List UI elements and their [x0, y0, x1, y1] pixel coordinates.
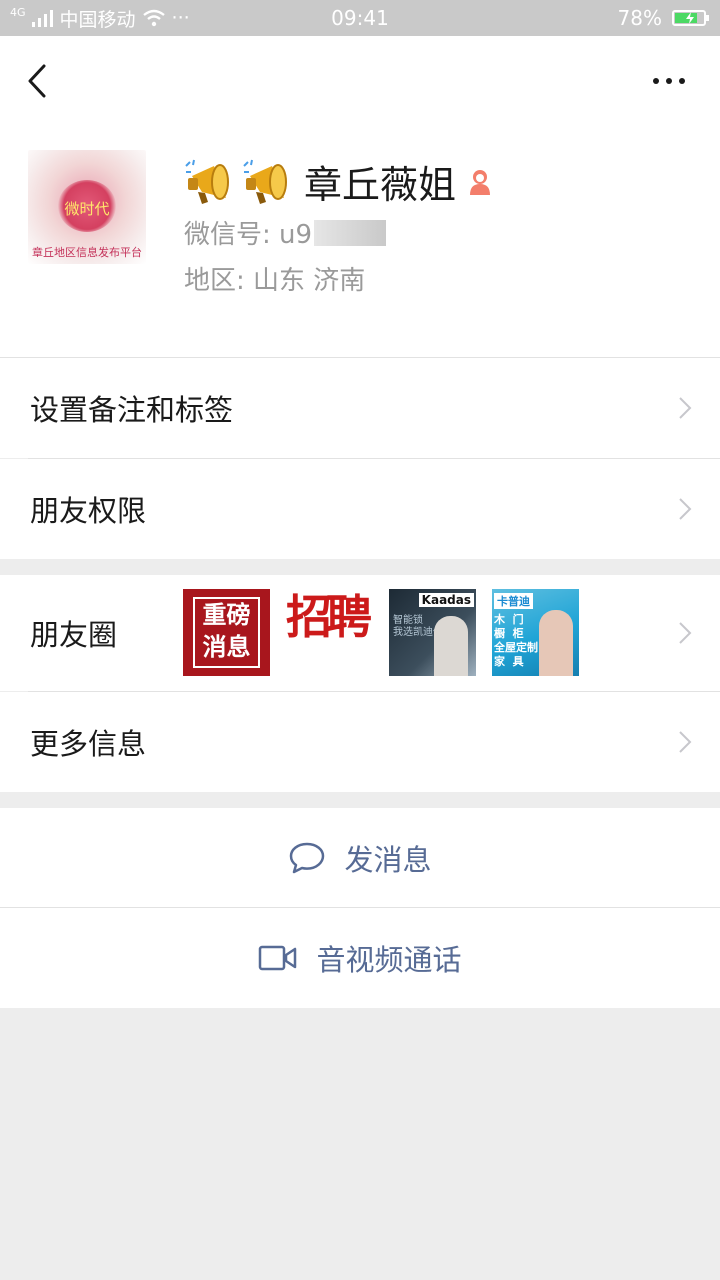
thumb-text: 木 门 橱 柜 全屋定制 家 具 [494, 613, 538, 668]
status-right: 78% [617, 0, 709, 36]
moments-thumbnails: 重磅消息 招聘 Kaadas 智能锁 我选凯迪仕 卡普迪 木 门 橱 柜 全屋定… [183, 589, 579, 676]
chevron-right-icon [679, 731, 692, 753]
top-nav [0, 36, 720, 126]
thumb-brand: 卡普迪 [494, 593, 533, 609]
megaphone-icon [243, 159, 287, 204]
thumb-person [434, 616, 468, 676]
video-call-label: 音视频通话 [316, 943, 462, 977]
more-icon[interactable] [652, 76, 686, 86]
back-arrow-icon[interactable] [26, 64, 48, 98]
thumb-text: 重磅消息 [193, 597, 260, 668]
moments-thumb: 招聘 [286, 589, 373, 676]
status-bar: 4G 中国移动 ··· 09:41 78% [0, 0, 720, 36]
moments-thumb: 卡普迪 木 门 橱 柜 全屋定制 家 具 [492, 589, 579, 676]
friend-permissions-row[interactable]: 朋友权限 [0, 459, 720, 559]
wechat-id-text: 微信号: u9 [184, 220, 313, 250]
more-info-row[interactable]: 更多信息 [0, 692, 720, 792]
profile-card: 微时代 章丘地区信息发布平台 章丘薇姐 微信号: u9 地区: 山东 济南 [0, 126, 720, 357]
avatar[interactable]: 微时代 章丘地区信息发布平台 [28, 150, 146, 264]
send-message-button[interactable]: 发消息 [0, 808, 720, 907]
nickname: 章丘薇姐 [304, 163, 457, 207]
chat-bubble-icon [290, 842, 325, 873]
video-call-button[interactable]: 音视频通话 [0, 908, 720, 1008]
friend-permissions-label: 朋友权限 [30, 494, 147, 528]
wechat-id: 微信号: u9 [184, 214, 387, 251]
avatar-caption: 章丘地区信息发布平台 [32, 246, 142, 259]
chevron-right-icon [679, 498, 692, 520]
charging-icon [686, 12, 694, 24]
battery-percent: 78% [617, 6, 662, 30]
chevron-right-icon [679, 622, 692, 644]
clock: 09:41 [331, 6, 389, 30]
avatar-title: 微时代 [64, 200, 110, 218]
thumb-person [539, 610, 573, 676]
moments-row[interactable]: 朋友圈 重磅消息 招聘 Kaadas 智能锁 我选凯迪仕 卡普迪 木 门 橱 柜… [0, 575, 720, 691]
remark-tags-label: 设置备注和标签 [30, 393, 234, 427]
thumb-text: 招聘 [286, 590, 372, 644]
send-message-label: 发消息 [344, 842, 432, 877]
send-message-inner: 发消息 [0, 808, 720, 907]
moments-thumb: Kaadas 智能锁 我选凯迪仕 [389, 589, 476, 676]
moments-thumb: 重磅消息 [183, 589, 270, 676]
moments-label: 朋友圈 [30, 618, 118, 652]
nickname-row: 章丘薇姐 [184, 154, 494, 209]
thumb-brand: Kaadas [418, 593, 474, 607]
wechat-id-redacted [314, 219, 387, 246]
video-camera-icon [259, 945, 297, 971]
more-info-label: 更多信息 [30, 727, 147, 761]
region: 地区: 山东 济南 [184, 266, 366, 296]
remark-tags-row[interactable]: 设置备注和标签 [0, 358, 720, 458]
battery-icon [672, 10, 709, 26]
video-call-inner: 音视频通话 [0, 908, 720, 1008]
chevron-right-icon [679, 397, 692, 419]
female-gender-icon [470, 169, 491, 195]
megaphone-icon [185, 159, 229, 204]
